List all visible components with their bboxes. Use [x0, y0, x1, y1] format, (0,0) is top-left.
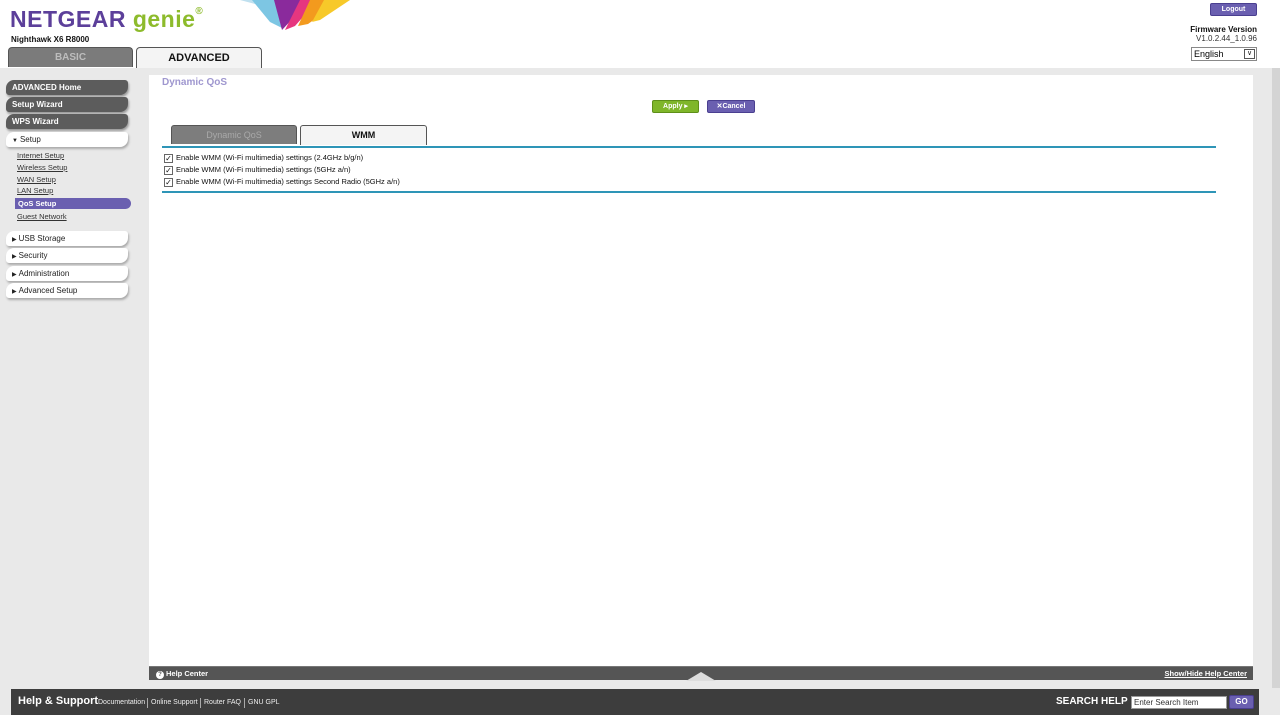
cancel-label: Cancel [722, 103, 746, 110]
brand-decoration-graphic [240, 0, 350, 30]
sidebar-subitem-wan-setup[interactable]: WAN Setup [17, 175, 56, 185]
sidebar-item-label: Administration [18, 269, 70, 278]
sidebar-subitem-lan-setup[interactable]: LAN Setup [17, 186, 53, 196]
search-go-button[interactable]: GO [1229, 695, 1254, 709]
sidebar-subitem-internet-setup[interactable]: Internet Setup [17, 151, 64, 161]
sidebar-item-label: Security [18, 251, 48, 260]
sidebar-item-label: Setup [19, 135, 41, 144]
sidebar-subitem-qos-setup[interactable]: QoS Setup [15, 198, 131, 209]
router-model: Nighthawk X6 R8000 [11, 35, 90, 44]
tab-wmm[interactable]: WMM [300, 125, 427, 145]
sidebar-item-security[interactable]: ▶ Security [6, 248, 128, 263]
wmm-option-label: Enable WMM (Wi-Fi multimedia) settings (… [176, 165, 351, 174]
help-support-title: Help & Support [18, 695, 99, 707]
triangle-right-icon: ▶ [12, 289, 17, 295]
footer-link-online-support[interactable]: Online Support [151, 699, 198, 706]
sidebar-item-setup[interactable]: ▼ Setup [6, 132, 128, 147]
chevron-down-icon: ∨ [1244, 49, 1255, 59]
sidebar-subitem-guest-network[interactable]: Guest Network [17, 212, 67, 222]
wmm-5ghz-checkbox[interactable]: ✓ [164, 166, 173, 175]
triangle-right-icon: ▶ [12, 272, 17, 278]
help-center-toggle[interactable]: ? Help Center [156, 669, 208, 679]
wmm-option-2-4ghz: ✓ Enable WMM (Wi-Fi multimedia) settings … [164, 153, 363, 163]
tab-basic[interactable]: BASIC [8, 47, 133, 67]
sidebar-item-usb-storage[interactable]: ▶ USB Storage [6, 231, 128, 246]
main-panel: Dynamic QoS Apply ▸ ✕Cancel Dynamic QoS … [149, 75, 1253, 666]
search-help-label: SEARCH HELP [1056, 696, 1128, 707]
firmware-version-label: Firmware Version [1190, 25, 1257, 34]
netgear-genie-logo: NETGEAR genie® [10, 6, 204, 32]
footer-link-gnu-gpl[interactable]: GNU GPL [248, 699, 280, 706]
wmm-option-label: Enable WMM (Wi-Fi multimedia) settings (… [176, 153, 364, 162]
header: NETGEAR genie® Nighthawk X6 R8000 BASIC … [0, 0, 1280, 68]
help-center-label: Help Center [166, 669, 209, 678]
footer-separator [244, 698, 245, 708]
sidebar-item-administration[interactable]: ▶ Administration [6, 266, 128, 281]
wmm-option-label: Enable WMM (Wi-Fi multimedia) settings S… [176, 177, 400, 186]
wmm-2-4ghz-checkbox[interactable]: ✓ [164, 154, 173, 163]
section-divider-top [162, 146, 1216, 148]
sidebar-subitem-wireless-setup[interactable]: Wireless Setup [17, 163, 67, 173]
triangle-down-icon: ▼ [12, 138, 18, 144]
help-support-footer: Help & Support Documentation Online Supp… [11, 689, 1259, 715]
show-hide-help-center-link[interactable]: Show/Hide Help Center [1164, 669, 1247, 678]
expand-up-arrow-icon[interactable] [686, 670, 716, 681]
footer-link-router-faq[interactable]: Router FAQ [204, 699, 241, 706]
sidebar-item-advanced-home[interactable]: ADVANCED Home [6, 80, 128, 95]
page-title: Dynamic QoS [162, 77, 228, 88]
triangle-right-icon: ▶ [12, 237, 17, 243]
cancel-button[interactable]: ✕Cancel [707, 100, 755, 113]
sidebar-item-label: Advanced Setup [18, 286, 78, 295]
footer-separator [147, 698, 148, 708]
sidebar-item-wps-wizard[interactable]: WPS Wizard [6, 114, 128, 129]
sidebar-item-label: USB Storage [18, 234, 66, 243]
tab-advanced[interactable]: ADVANCED [136, 47, 262, 68]
sidebar-item-advanced-setup[interactable]: ▶ Advanced Setup [6, 283, 128, 298]
help-center-bar: ? Help Center Show/Hide Help Center [149, 666, 1253, 681]
sidebar-item-setup-wizard[interactable]: Setup Wizard [6, 97, 128, 112]
search-help-input[interactable]: Enter Search Item [1131, 696, 1227, 709]
tab-dynamic-qos[interactable]: Dynamic QoS [171, 125, 297, 144]
wmm-option-5ghz: ✓ Enable WMM (Wi-Fi multimedia) settings … [164, 165, 351, 175]
section-divider-bottom [162, 191, 1216, 193]
wmm-option-second-radio: ✓ Enable WMM (Wi-Fi multimedia) settings … [164, 177, 400, 187]
footer-link-documentation[interactable]: Documentation [98, 699, 145, 706]
logout-button[interactable]: Logout [1210, 3, 1257, 16]
apply-button[interactable]: Apply ▸ [652, 100, 699, 113]
wmm-second-radio-checkbox[interactable]: ✓ [164, 178, 173, 187]
language-selected-value: English [1194, 49, 1224, 59]
firmware-version-value: V1.0.2.44_1.0.96 [1196, 34, 1257, 43]
footer-separator [200, 698, 201, 708]
scrollbar[interactable] [1272, 68, 1280, 688]
triangle-right-icon: ▶ [12, 254, 17, 260]
help-icon: ? [156, 671, 164, 679]
language-select[interactable]: English ∨ [1191, 47, 1257, 61]
